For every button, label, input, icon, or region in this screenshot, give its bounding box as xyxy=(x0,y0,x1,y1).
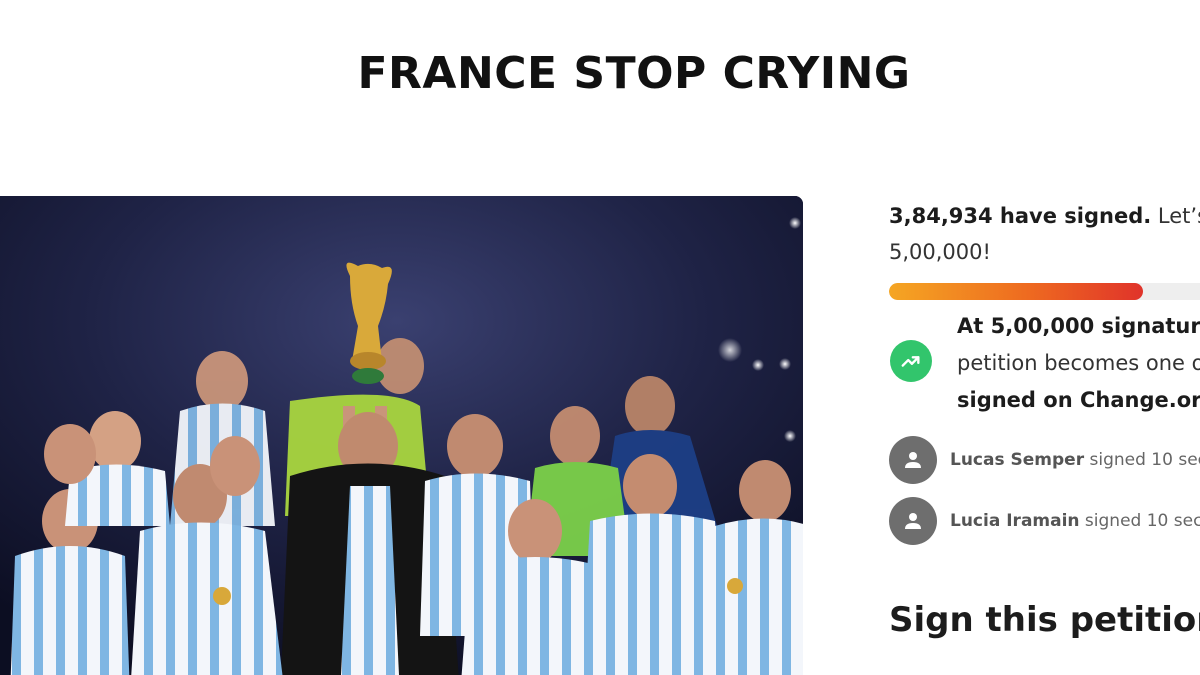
milestone-line-1: At 5,00,000 signatures, xyxy=(957,314,1200,338)
signer-action: signed 10 seconds ago xyxy=(1084,511,1200,531)
progress-fill xyxy=(889,283,1144,300)
signature-progress-bar xyxy=(889,283,1200,300)
recent-signer: Lucas Semper signed 10 seconds ago xyxy=(889,436,1200,484)
signer-text: Lucas Semper signed 10 seconds ago xyxy=(950,450,1200,470)
team-celebration-image xyxy=(0,196,803,675)
page-title: FRANCE STOP CRYING xyxy=(357,48,911,99)
signer-name: Lucia Iramain xyxy=(950,511,1080,531)
milestone-line-2: petition becomes one of xyxy=(957,351,1200,375)
milestone-text: At 5,00,000 signatures, petition becomes… xyxy=(957,308,1200,419)
petition-page: FRANCE STOP CRYING 3,84,934 have signed.… xyxy=(0,0,1200,675)
recent-signer: Lucia Iramain signed 10 seconds ago xyxy=(889,497,1200,545)
signed-count-text: 3,84,934 have signed. xyxy=(889,204,1152,228)
signature-count: 3,84,934 have signed. Let’s get to xyxy=(889,198,1200,234)
trending-up-icon xyxy=(890,340,932,382)
milestone-line-3: signed on Change.org xyxy=(957,388,1200,412)
person-icon xyxy=(889,497,937,545)
signature-goal: 5,00,000! xyxy=(889,240,991,264)
signer-name: Lucas Semper xyxy=(950,450,1085,470)
sign-petition-heading: Sign this petition xyxy=(889,600,1200,640)
petition-photo xyxy=(0,196,803,675)
signer-action: signed 10 seconds ago xyxy=(1089,450,1200,470)
signer-text: Lucia Iramain signed 10 seconds ago xyxy=(950,511,1200,531)
person-icon xyxy=(889,436,937,484)
signed-suffix-text: Let’s get to xyxy=(1157,204,1200,228)
